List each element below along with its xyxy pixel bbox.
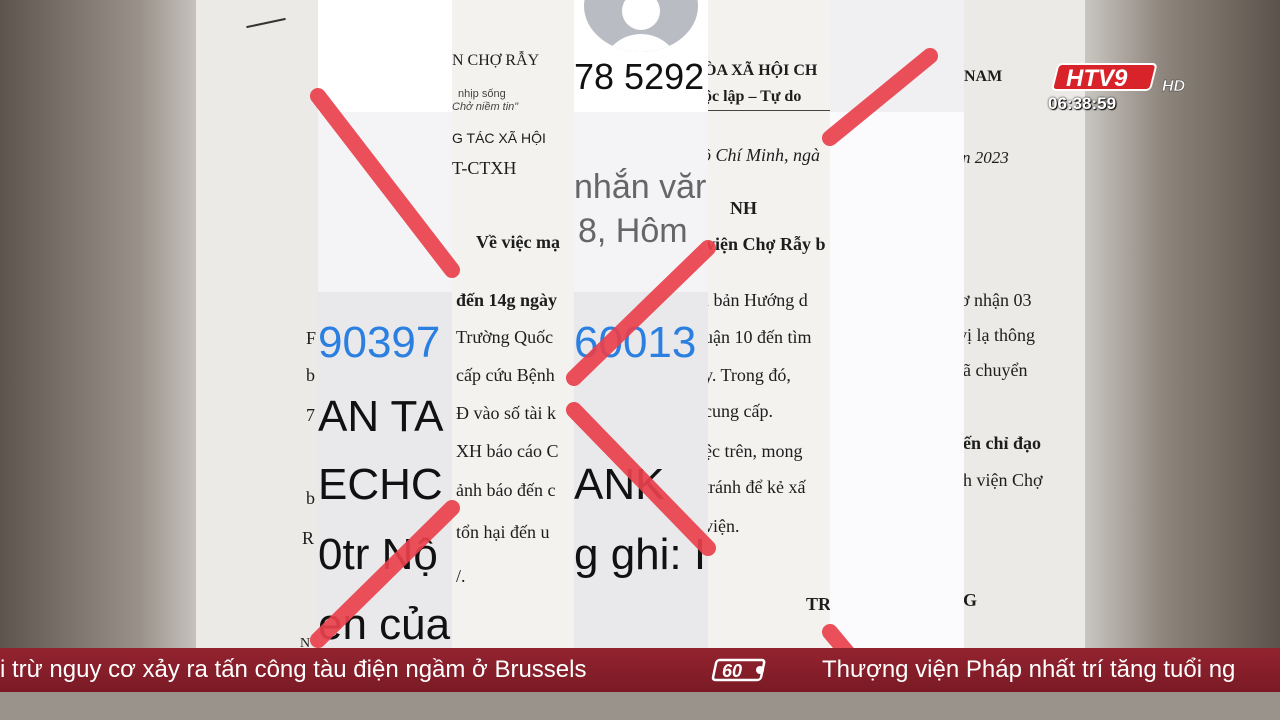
doc-line: Trường Quốc [456,327,554,347]
sms-header: nhắn văr [574,168,707,206]
doc-line: ảnh báo đến c [456,480,556,500]
blurred-background-left [0,0,200,720]
doc-line: tránh để kẻ xấ [708,477,806,497]
phone-strip-1: 90397 AN TA ECHC 0tr Nộ en của [318,0,452,720]
doc-subject: Về việc mạ [476,232,560,252]
doc-line: vị lạ thông [964,325,1035,345]
sms-header: 8, Hôm [578,212,688,250]
doc-signature-title: TR [806,594,830,614]
doc-department: G TÁC XÃ HỘI [452,130,546,146]
doc-line: ơ nhận 03 [964,290,1032,310]
doc-fragment: b [306,488,315,508]
doc-year: n 2023 [964,148,1009,167]
doc-line: tổn hại đến u [456,522,550,542]
doc-fragment: R [302,528,315,548]
doc-subject: viện Chợ Rẫy b [708,234,826,254]
doc-code: T-CTXH [452,158,517,178]
doc-title: NH [730,198,757,218]
account-number-text: 90397 [318,318,441,367]
doc-line: viện. [708,516,740,536]
doc-line: XH báo cáo C [456,441,559,461]
sixty-logo-text: 60 [722,661,742,681]
doc-line: cung cấp. [708,401,773,421]
phone-number: 78 5292 [574,56,705,97]
doc-line: i bản Hướng d [708,290,808,310]
pen-mark [246,17,286,29]
doc-fragment: b [306,365,315,385]
htv-logo-text: HTV9 [1066,65,1128,92]
doc-fragment: 7 [306,405,315,425]
sms-text-line: 0tr Nộ [318,530,438,579]
doc-line: y. Trong đó, [708,365,791,385]
doc-org: N CHỢ RẪY [452,52,540,69]
phone-strip-2: 78 5292 nhắn văr 8, Hôm 60013 ANK g ghi:… [574,0,708,720]
doc-line: uận 10 đến tìm [708,327,812,347]
doc-line: ệc trên, mong [708,441,803,461]
sms-text-line: g ghi: I [574,530,707,579]
doc-line: /. [456,566,466,586]
sms-text-line: en của [318,600,451,649]
account-number-text: 60013 [574,318,697,367]
htv9-logo: HTV9 HD [1051,63,1186,95]
doc-line: cấp cứu Bệnh [456,365,555,385]
hd-badge: HD [1162,78,1186,95]
doc-nation-end: NAM [964,68,1003,85]
doc-signature-title: NG [964,590,977,610]
doc-line: nh viện Chợ [964,470,1043,490]
doc-place-date: ồ Chí Minh, ngà [708,145,821,165]
doc-slogan: nhịp sống [458,88,506,100]
news-ticker: i trừ nguy cơ xảy ra tấn công tàu điện n… [0,648,1280,692]
ticker-headline: i trừ nguy cơ xảy ra tấn công tàu điện n… [0,656,587,683]
doc-line: Đ vào số tài k [456,403,556,423]
phone-strip-3 [830,0,964,720]
doc-line: đến 14g ngày [456,290,558,310]
ticker-headline: Thượng viện Pháp nhất trí tăng tuổi ng [822,656,1236,683]
document-strip-2: N CHỢ RẪY nhịp sống Chở niềm tin" G TÁC … [452,0,574,720]
doc-nation-heading: ÒA XÃ HỘI CH [708,62,818,79]
bottom-background [0,692,1280,720]
doc-line: iến chỉ đạo [964,433,1042,453]
document-strip-3: ÒA XÃ HỘI CH ộc lập – Tự do ồ Chí Minh, … [708,0,830,720]
sms-text-line: ANK [574,460,665,509]
document-strip-1: F b 7 b R N [196,0,318,720]
news-frame: F b 7 b R N 90397 AN TA ECHC 0tr Nộ en c… [0,0,1280,720]
doc-fragment: F [306,328,317,348]
doc-slogan: Chở niềm tin" [452,101,519,113]
doc-line: đã chuyển [964,360,1028,380]
sms-text-line: ECHC [318,460,443,509]
doc-nation-motto: ộc lập – Tự do [708,88,802,105]
broadcast-clock: 06:38:59 [1048,94,1117,113]
sixty-seconds-logo: 60 [711,658,766,682]
sms-text-line: AN TA [318,392,444,441]
